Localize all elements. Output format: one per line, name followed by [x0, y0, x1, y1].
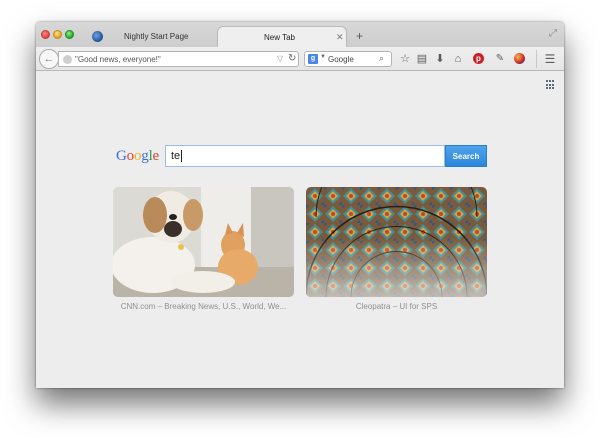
google-logo: Google	[116, 148, 160, 164]
addon-icon[interactable]: ✎	[493, 52, 507, 66]
pinterest-icon[interactable]: p	[472, 52, 486, 66]
browser-window: Nightly Start Page ✕ New Tab ✕ + ⤢ ← "Go…	[36, 22, 564, 388]
page-identity-icon[interactable]	[63, 55, 72, 64]
tab-label: Nightly Start Page	[124, 32, 189, 41]
home-icon[interactable]: ⌂	[451, 52, 465, 66]
close-window-button[interactable]	[41, 30, 50, 39]
text-caret	[181, 150, 183, 163]
search-bar[interactable]: g ▼ Google ⌕	[304, 51, 392, 67]
search-button[interactable]: Search	[445, 145, 487, 167]
addon-globe-icon[interactable]	[513, 52, 527, 66]
chevron-down-icon[interactable]: ▼	[320, 54, 326, 60]
tab-label: New Tab	[264, 33, 295, 42]
tile-caption[interactable]: Cleopatra – UI for SPS	[306, 302, 487, 311]
apps-grid-icon[interactable]	[546, 80, 556, 90]
close-tab-icon[interactable]: ✕	[336, 32, 344, 43]
tab-nightly-start-page[interactable]: Nightly Start Page ✕	[86, 26, 262, 47]
search-input-value: te	[171, 150, 181, 162]
dog-and-cat-thumbnail	[113, 187, 294, 297]
toolbar-divider	[536, 50, 537, 68]
search-engine-label: Google	[328, 55, 354, 64]
minimize-window-button[interactable]	[53, 30, 62, 39]
url-bar[interactable]: "Good news, everyone!" ▽ ↻	[58, 51, 299, 67]
url-text[interactable]: "Good news, everyone!"	[75, 55, 161, 64]
top-site-tile-cleopatra[interactable]	[306, 187, 487, 297]
fullscreen-icon[interactable]: ⤢	[549, 28, 557, 39]
bookmark-star-icon[interactable]: ☆	[398, 52, 412, 66]
downloads-icon[interactable]: ⬇	[433, 52, 447, 66]
search-input[interactable]: te	[165, 145, 445, 167]
nightly-favicon-icon	[92, 31, 103, 42]
menu-icon[interactable]: ☰	[543, 52, 557, 66]
tab-new-tab[interactable]: New Tab ✕	[217, 26, 347, 47]
new-tab-page: Google te Search CNN.com – Breaking News…	[36, 71, 564, 388]
url-dropdown-icon[interactable]: ▽	[277, 54, 283, 63]
reading-list-icon[interactable]: ▤	[415, 52, 429, 66]
reload-icon[interactable]: ↻	[288, 53, 296, 64]
zoom-window-button[interactable]	[65, 30, 74, 39]
back-arrow-icon[interactable]: ←	[39, 49, 59, 69]
tile-fade-overlay	[306, 237, 487, 297]
navigation-toolbar: ← "Good news, everyone!" ▽ ↻ g ▼ Google …	[36, 47, 564, 71]
tab-strip: Nightly Start Page ✕ New Tab ✕ + ⤢	[36, 22, 564, 47]
search-icon[interactable]: ⌕	[379, 53, 384, 64]
google-engine-icon[interactable]: g	[308, 54, 318, 64]
tile-caption[interactable]: CNN.com – Breaking News, U.S., World, We…	[113, 302, 294, 311]
new-tab-icon[interactable]: +	[356, 29, 363, 43]
top-site-tile-cnn[interactable]	[113, 187, 294, 297]
